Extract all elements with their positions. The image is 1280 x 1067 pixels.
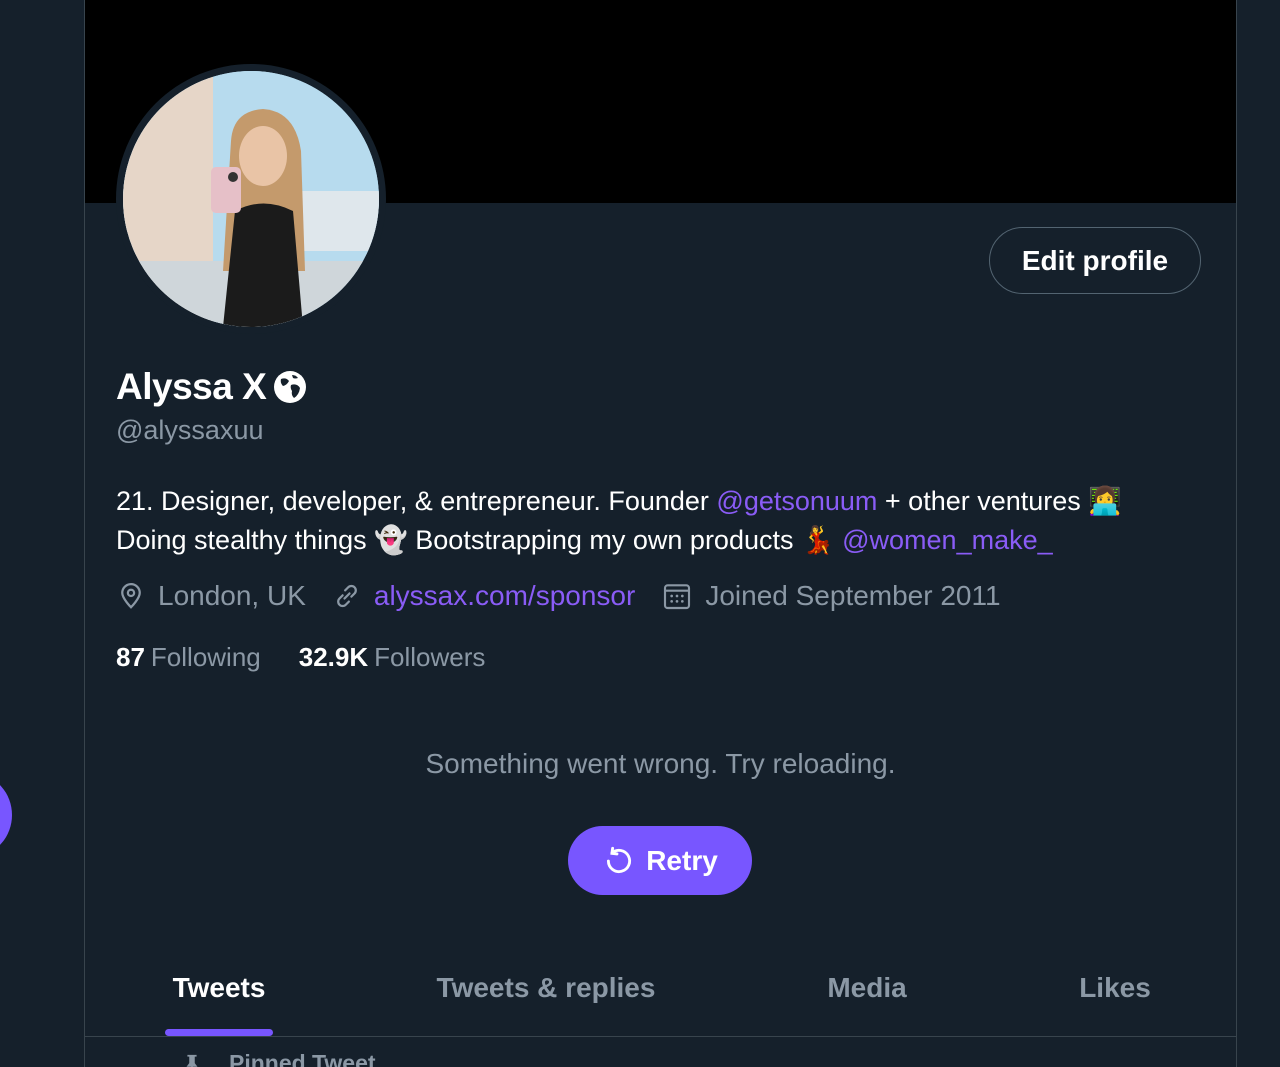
pinned-text: Pinned Tweet	[229, 1050, 376, 1067]
username-handle: @alyssaxuu	[116, 415, 264, 445]
tab-likes[interactable]: Likes	[995, 940, 1235, 1036]
dancer-emoji: 💃	[800, 525, 835, 556]
globe-icon	[272, 369, 308, 405]
error-message: Something went wrong. Try reloading.	[425, 748, 896, 779]
profile-column: Edit profile Alyssa X @alyssaxuu 21. Des…	[84, 0, 1237, 1067]
website-item: alyssax.com/sponsor	[332, 580, 635, 612]
follow-stats: 87 Following 32.9K Followers	[116, 642, 523, 673]
following-count: 87	[116, 642, 145, 672]
pinned-tweet-label: Pinned Tweet	[181, 1050, 376, 1067]
location-text: London, UK	[158, 580, 306, 611]
followers-count: 32.9K	[298, 642, 369, 672]
pin-icon	[186, 1054, 198, 1067]
bio-text: Bootstrapping my own products	[407, 525, 801, 555]
bio-text: Doing stealthy things	[116, 525, 375, 555]
technologist-emoji: 👩‍💻	[1088, 486, 1122, 517]
compose-tweet-button[interactable]	[0, 775, 12, 855]
calendar-icon	[664, 584, 691, 610]
profile-tabs: Tweets Tweets & replies Media Likes	[85, 940, 1236, 1037]
bio-text: + other ventures	[877, 486, 1089, 516]
profile-bio: 21. Designer, developer, & entrepreneur.…	[116, 482, 1216, 560]
edit-profile-button[interactable]: Edit profile	[989, 227, 1201, 294]
display-name: Alyssa X	[116, 366, 267, 407]
tab-tweets-and-replies[interactable]: Tweets & replies	[353, 940, 739, 1036]
active-tab-indicator	[165, 1029, 273, 1036]
retry-button[interactable]: Retry	[568, 826, 752, 895]
tab-label: Tweets & replies	[436, 972, 656, 1003]
tab-label: Likes	[1079, 972, 1151, 1003]
retry-label: Retry	[646, 844, 718, 876]
tab-label: Media	[827, 972, 907, 1003]
tab-media[interactable]: Media	[739, 940, 995, 1036]
refresh-icon	[607, 846, 632, 873]
bio-mention-link[interactable]: @women_make_	[842, 525, 1053, 555]
tab-label: Tweets	[172, 972, 266, 1003]
followers-link[interactable]: 32.9K Followers	[299, 642, 486, 673]
ghost-emoji: 👻	[374, 525, 408, 556]
bio-text: 21. Designer, developer, & entrepreneur.…	[116, 486, 717, 516]
bio-mention-link[interactable]: @getsonuum	[716, 486, 877, 516]
tab-tweets[interactable]: Tweets	[85, 940, 353, 1036]
avatar[interactable]	[123, 71, 379, 327]
website-link[interactable]: alyssax.com/sponsor	[374, 580, 635, 612]
link-icon	[336, 584, 357, 608]
profile-meta: London, UK alyssax.com/sponsor Joined Se…	[116, 580, 1027, 612]
followers-label: Followers	[374, 642, 486, 672]
location-pin-icon	[121, 583, 141, 609]
joined-text: Joined September 2011	[705, 580, 1001, 611]
display-name-row: Alyssa X	[116, 366, 308, 408]
following-label: Following	[150, 642, 261, 672]
following-link[interactable]: 87 Following	[116, 642, 261, 673]
joined-item: Joined September 2011	[661, 580, 1001, 612]
location-item: London, UK	[116, 580, 306, 612]
